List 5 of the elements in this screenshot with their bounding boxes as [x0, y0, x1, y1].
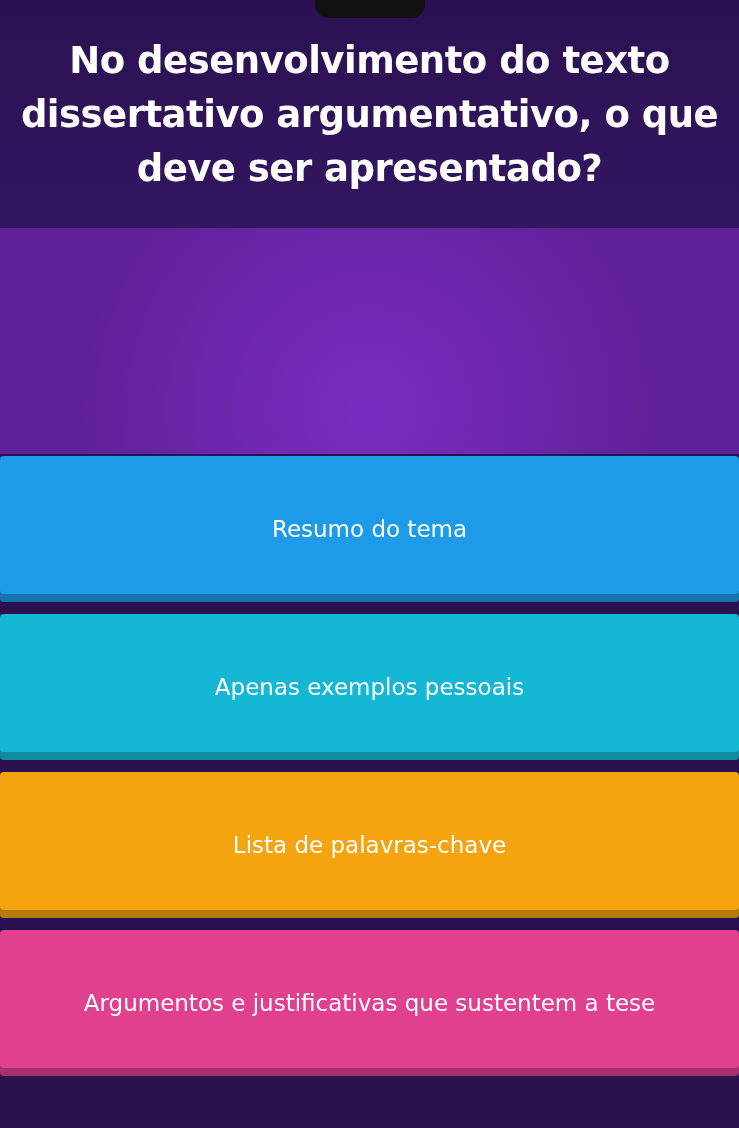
- question-text: No desenvolvimento do texto dissertativo argumentativo, o que deve ser apresentado?: [19, 38, 720, 192]
- answer-option[interactable]: Resumo do tema: [0, 456, 739, 602]
- answer-option[interactable]: Argumentos e justificativas que sustentem a tese: [0, 930, 739, 1076]
- answer-option[interactable]: Lista de palavras-chave: [0, 772, 739, 918]
- answer-option[interactable]: Apenas exemplos pessoais: [0, 614, 739, 760]
